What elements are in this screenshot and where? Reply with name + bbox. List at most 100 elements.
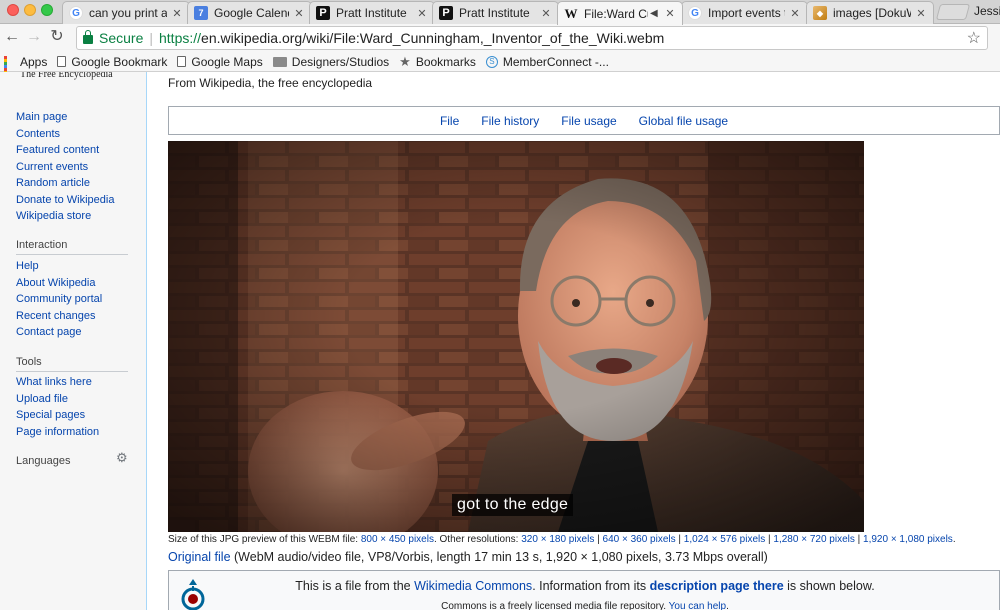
gear-icon[interactable]: ⚙: [116, 450, 128, 466]
sidebar-item-main-page[interactable]: Main page: [16, 109, 130, 126]
preview-prefix: Size of this JPG preview of this WEBM fi…: [168, 534, 359, 545]
tab-label: Pratt Institute: [459, 6, 530, 20]
resolution-link[interactable]: 1,920 × 1,080 pixels: [863, 534, 953, 545]
bookmark-memberconnect[interactable]: S MemberConnect -...: [485, 54, 609, 69]
resolution-line: Size of this JPG preview of this WEBM fi…: [168, 534, 956, 545]
sidebar-item-upload-file[interactable]: Upload file: [16, 391, 130, 408]
bookmark-label: MemberConnect -...: [502, 54, 609, 69]
new-tab-button[interactable]: [935, 4, 971, 20]
video-player[interactable]: got to the edge: [168, 141, 864, 532]
original-file-details: (WebM audio/video file, VP8/Vorbis, leng…: [234, 550, 768, 564]
tab-close-icon[interactable]: ✕: [293, 7, 305, 20]
resolution-link[interactable]: 1,024 × 576 pixels: [684, 534, 765, 545]
tab-file[interactable]: File: [440, 114, 459, 128]
sidebar-item-featured-content[interactable]: Featured content: [16, 142, 130, 159]
logo-tagline[interactable]: The Free Encyclopedia: [20, 72, 113, 80]
resolution-link[interactable]: 320 × 180 pixels: [521, 534, 594, 545]
commons-message: This is a file from the Wikimedia Common…: [169, 579, 1000, 593]
res-separator: |: [594, 534, 603, 545]
bookmark-star-icon[interactable]: ☆: [967, 28, 981, 48]
original-file-line: Original file (WebM audio/video file, VP…: [168, 550, 768, 564]
tab-label: Import events t: [708, 6, 785, 20]
main-content: From Wikipedia, the free encyclopedia Fi…: [146, 72, 1000, 610]
sidebar-item-about[interactable]: About Wikipedia: [16, 275, 130, 292]
bookmark-designers-studios[interactable]: Designers/Studios: [272, 54, 390, 69]
tab-file-history[interactable]: File history: [481, 114, 539, 128]
tools-heading[interactable]: Tools: [16, 356, 128, 372]
address-bar[interactable]: Secure | https:// en.wikipedia.org/wiki/…: [76, 26, 988, 50]
tab-label: Pratt Institute: [336, 6, 407, 20]
browser-tab[interactable]: P Pratt Institute ✕: [432, 1, 559, 24]
sidebar-item-help[interactable]: Help: [16, 258, 130, 275]
tab-file-usage[interactable]: File usage: [561, 114, 616, 128]
browser-tab[interactable]: 7 Google Calenda ✕: [187, 1, 312, 24]
original-file-link[interactable]: Original file: [168, 550, 231, 564]
description-page-link[interactable]: description page there: [650, 579, 784, 593]
resolution-link[interactable]: 640 × 360 pixels: [603, 534, 676, 545]
browser-tab[interactable]: ◆ images [DokuW ✕: [806, 1, 934, 24]
bookmark-label: Designers/Studios: [291, 54, 390, 69]
browser-tab[interactable]: G can you print a ✕: [62, 1, 190, 24]
sidebar-item-random-article[interactable]: Random article: [16, 175, 130, 192]
tab-close-icon[interactable]: ✕: [416, 7, 428, 20]
speaker-icon[interactable]: ◀: [650, 8, 660, 19]
sidebar-item-donate[interactable]: Donate to Wikipedia: [16, 192, 130, 209]
sidebar-item-store[interactable]: Wikipedia store: [16, 208, 130, 225]
wiki-sidebar: The Free Encyclopedia Main page Contents…: [0, 72, 146, 610]
commons-text: is shown below.: [783, 579, 875, 593]
commons-text: . Information from its: [532, 579, 650, 593]
tab-close-icon[interactable]: ✕: [664, 7, 676, 20]
commons-link[interactable]: Wikimedia Commons: [414, 579, 532, 593]
sidebar-item-recent-changes[interactable]: Recent changes: [16, 308, 130, 325]
forward-arrow-icon[interactable]: →: [24, 27, 44, 47]
commons-subtext: Commons is a freely licensed media file …: [169, 601, 1000, 610]
back-arrow-icon[interactable]: ←: [2, 27, 22, 47]
reload-icon[interactable]: ↻: [47, 27, 67, 47]
interaction-heading[interactable]: Interaction: [16, 239, 128, 255]
document-icon: [57, 56, 67, 67]
tab-label: images [DokuW: [833, 6, 911, 20]
browser-tab[interactable]: G Import events t ✕: [681, 1, 808, 24]
preview-size-link[interactable]: 800 × 450 pixels: [361, 534, 434, 545]
document-icon: [177, 56, 187, 67]
sidebar-item-current-events[interactable]: Current events: [16, 159, 130, 176]
tab-global-file-usage[interactable]: Global file usage: [639, 114, 728, 128]
profile-name[interactable]: Jessi: [974, 4, 1000, 18]
res-separator: |: [854, 534, 864, 545]
tab-label: can you print a: [89, 6, 167, 20]
tab-close-icon[interactable]: ✕: [915, 7, 927, 20]
address-divider: |: [149, 30, 153, 46]
languages-heading[interactable]: Languages: [16, 455, 114, 470]
close-window-button[interactable]: [7, 4, 19, 16]
minimize-window-button[interactable]: [24, 4, 36, 16]
sidebar-item-community-portal[interactable]: Community portal: [16, 291, 130, 308]
secure-label: Secure: [99, 30, 144, 46]
bookmark-google-bookmark[interactable]: Google Bookmark: [57, 55, 167, 69]
sidebar-item-page-information[interactable]: Page information: [16, 424, 130, 441]
bookmark-google-maps[interactable]: Google Maps: [177, 55, 263, 69]
zoom-window-button[interactable]: [41, 4, 53, 16]
sidebar-item-special-pages[interactable]: Special pages: [16, 407, 130, 424]
bookmark-bookmarks[interactable]: ★ Bookmarks: [399, 54, 476, 70]
google-calendar-icon: 7: [194, 6, 208, 20]
sidebar-item-contents[interactable]: Contents: [16, 126, 130, 143]
tab-close-icon[interactable]: ✕: [789, 7, 801, 20]
wiki-page: The Free Encyclopedia Main page Contents…: [0, 72, 1000, 610]
google-icon: G: [69, 6, 83, 20]
url-path: en.wikipedia.org/wiki/File:Ward_Cunningh…: [201, 30, 665, 46]
browser-toolbar: ← → ↻ Secure | https:// en.wikipedia.org…: [0, 24, 1000, 52]
browser-tab[interactable]: P Pratt Institute ✕: [309, 1, 435, 24]
bookmark-label: Bookmarks: [415, 54, 476, 69]
bookmark-apps[interactable]: Apps: [4, 55, 47, 83]
dokuwiki-icon: ◆: [813, 6, 827, 20]
sidebar-item-contact[interactable]: Contact page: [16, 324, 130, 341]
lock-icon: [83, 30, 93, 44]
you-can-help-link[interactable]: You can help: [669, 601, 726, 610]
sidebar-item-what-links-here[interactable]: What links here: [16, 374, 130, 391]
resolution-link[interactable]: 1,280 × 720 pixels: [773, 534, 854, 545]
browser-tab-active[interactable]: W File:Ward Cu ◀ ✕: [557, 1, 683, 25]
navigation-links: Main page Contents Featured content Curr…: [16, 109, 130, 225]
commons-text: This is a file from the: [295, 579, 415, 593]
tab-close-icon[interactable]: ✕: [171, 7, 183, 20]
tab-close-icon[interactable]: ✕: [540, 7, 552, 20]
